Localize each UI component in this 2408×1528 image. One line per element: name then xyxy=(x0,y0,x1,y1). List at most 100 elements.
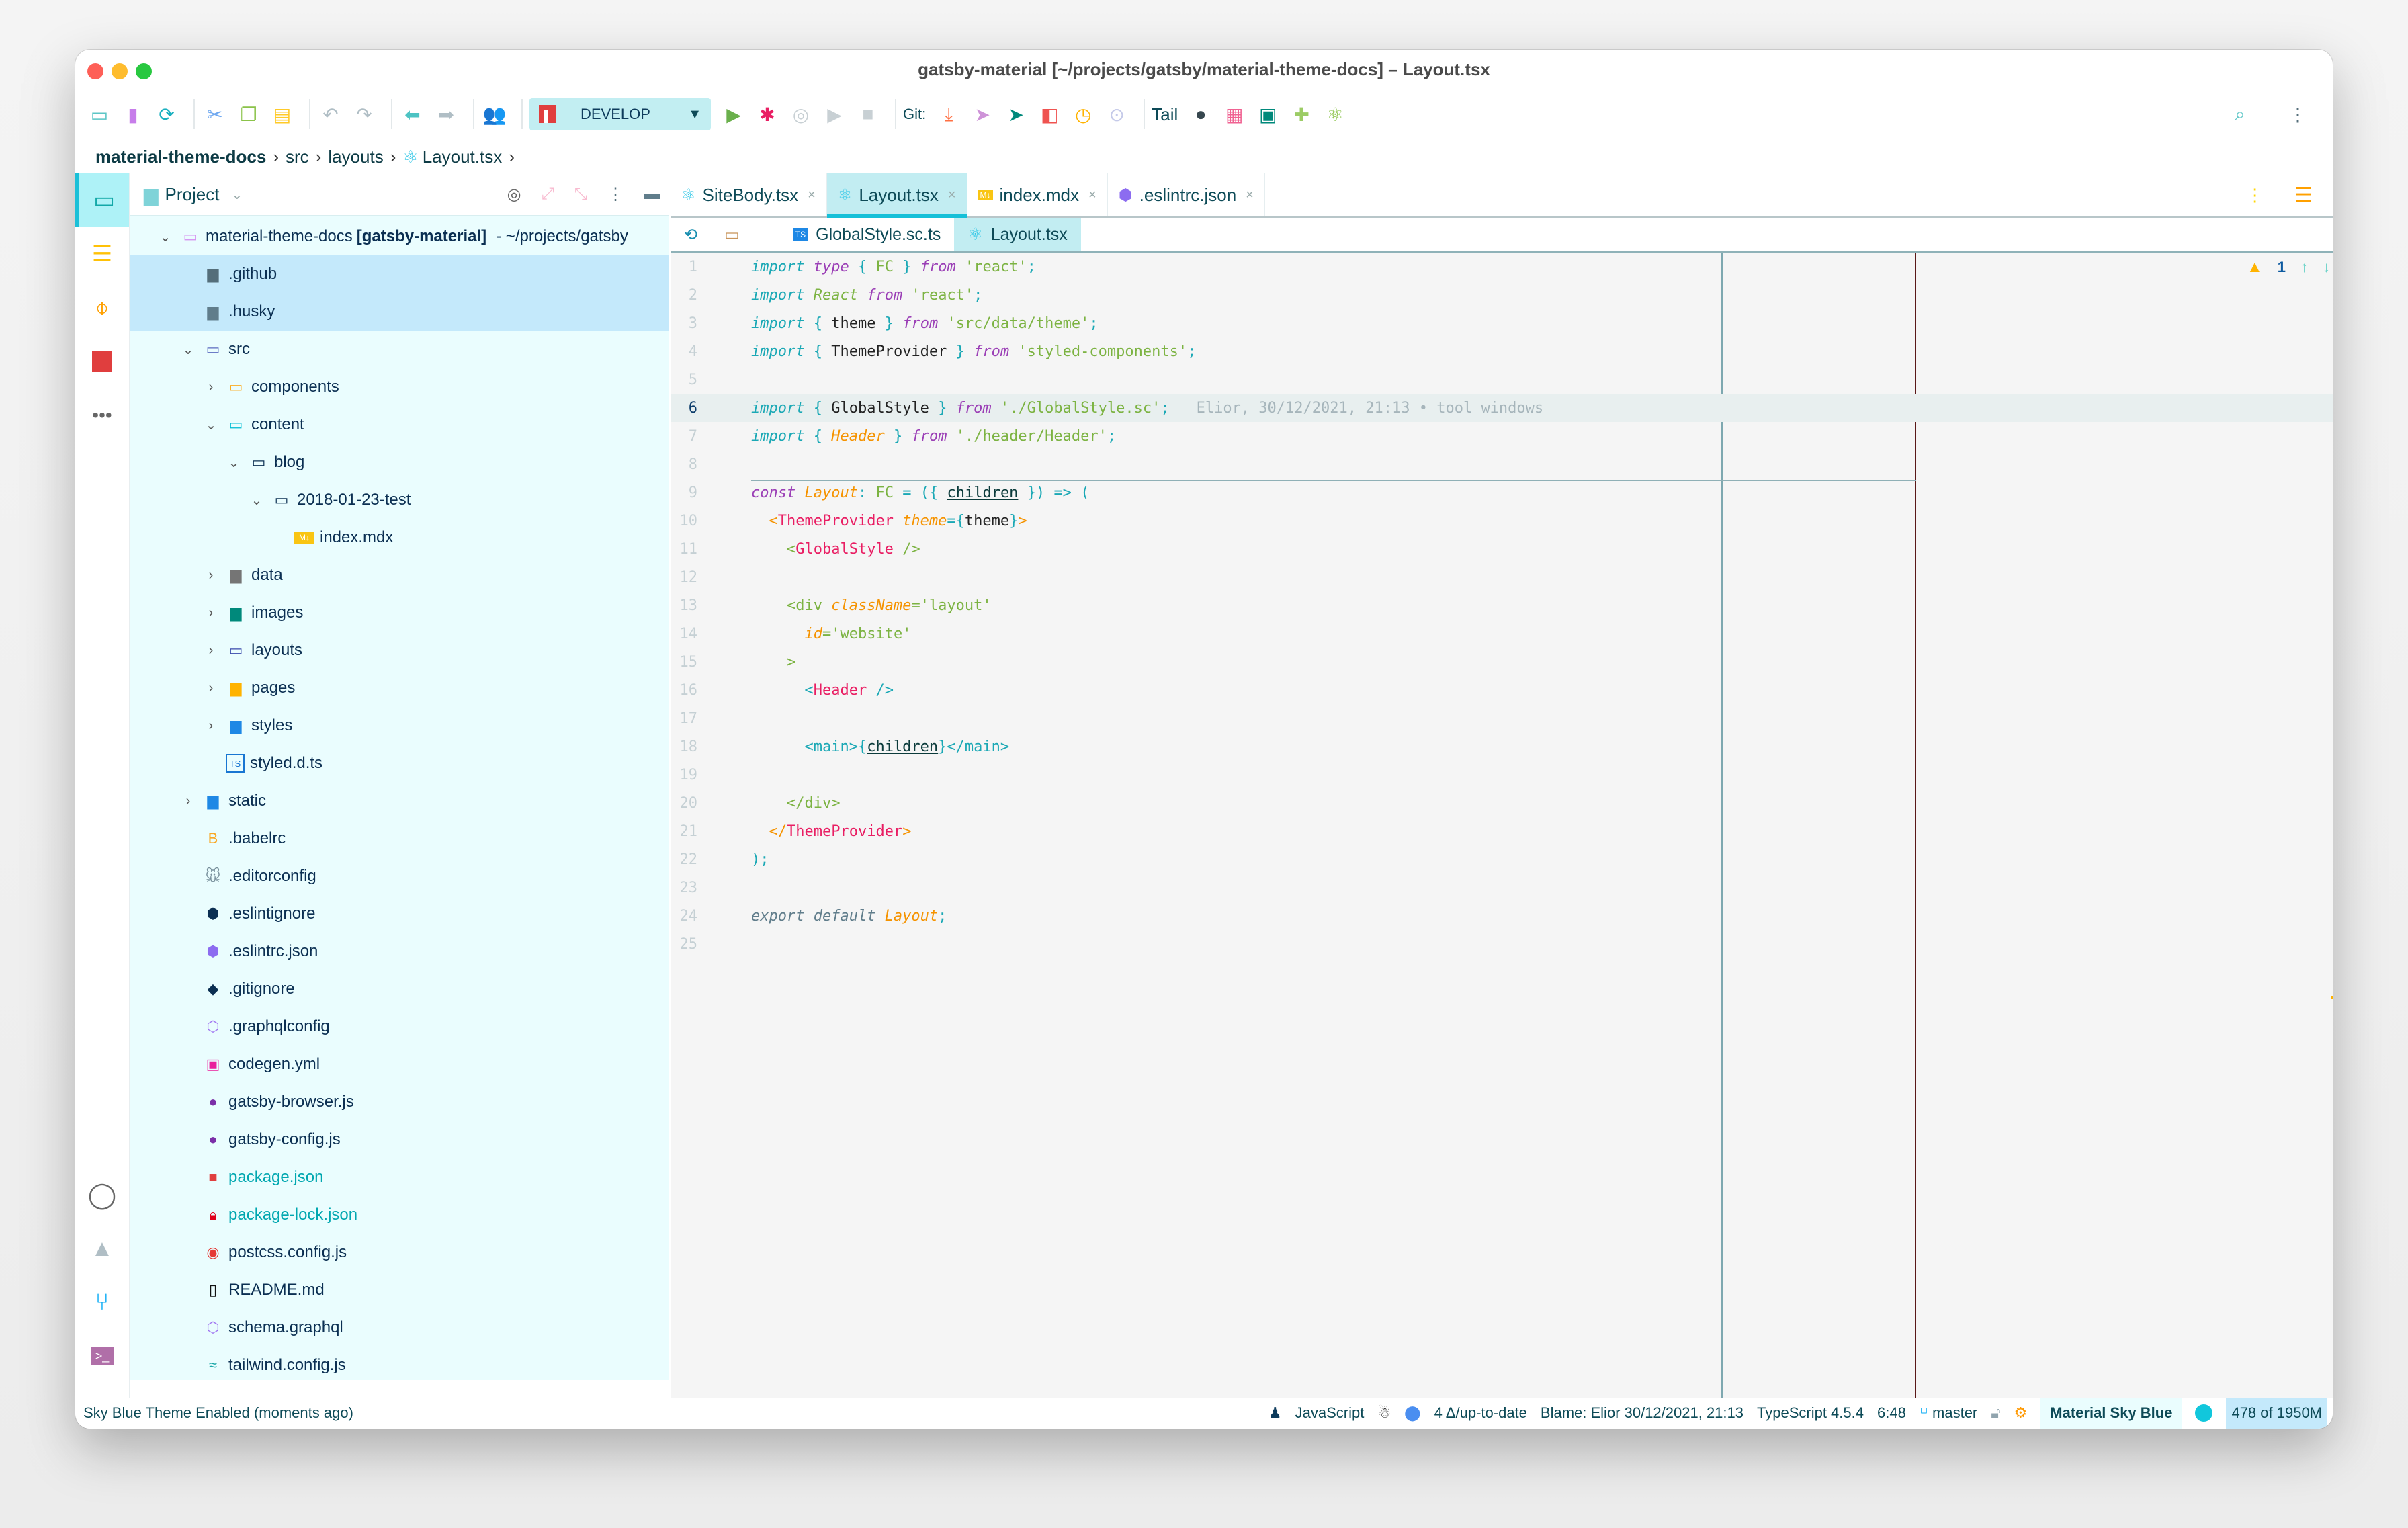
tree-item[interactable]: › ▭ layouts xyxy=(130,632,669,669)
editor-tab[interactable]: M↓ index.mdx × xyxy=(968,173,1108,216)
editor-tab[interactable]: ⚛ SiteBody.tsx × xyxy=(671,173,827,216)
code-line[interactable]: 2 import React from 'react'; xyxy=(671,281,2333,309)
breadcrumb-item[interactable]: src xyxy=(286,146,309,167)
close-tab-icon[interactable]: × xyxy=(948,187,956,203)
breadcrumb-item[interactable]: layouts xyxy=(328,146,383,167)
run-config-selector[interactable]: DEVELOP ▼ xyxy=(529,98,711,130)
close-tab-icon[interactable]: × xyxy=(1088,187,1096,203)
notifications-tool-button[interactable]: ▲ xyxy=(75,1222,129,1275)
split-tab[interactable]: TS GlobalStyle.sc.ts xyxy=(780,218,955,251)
chevron-down-icon[interactable]: ⌄ xyxy=(249,492,265,509)
database-tool-button[interactable]: ☰ xyxy=(75,227,129,281)
chevron-right-icon[interactable]: › xyxy=(203,568,219,583)
code-line[interactable]: 19 xyxy=(671,761,2333,789)
sync-icon[interactable]: ⟳ xyxy=(153,101,180,128)
git-compare-icon[interactable]: ◧ xyxy=(1036,101,1063,128)
code-line[interactable]: 5 xyxy=(671,366,2333,394)
theme-indicator[interactable]: Material Sky Blue xyxy=(2040,1398,2182,1429)
chevron-right-icon[interactable]: › xyxy=(203,718,219,734)
chevron-down-icon[interactable]: ⌄ xyxy=(203,417,219,433)
coverage-icon[interactable]: ◎ xyxy=(787,101,814,128)
tree-item[interactable]: ≈ tailwind.config.js xyxy=(130,1347,669,1384)
undo-icon[interactable]: ↶ xyxy=(317,101,344,128)
tree-item[interactable]: ⬢ .eslintignore xyxy=(130,895,669,933)
editor-tab[interactable]: ⬢ .eslintrc.json × xyxy=(1108,173,1265,216)
sync-scroll-button[interactable]: ⟲ xyxy=(671,218,711,251)
status-message[interactable]: Sky Blue Theme Enabled (moments ago) xyxy=(83,1404,353,1422)
tree-item[interactable]: ▆ .husky xyxy=(130,293,669,331)
git-branch[interactable]: master xyxy=(1932,1404,1977,1422)
more-tools-button[interactable]: ••• xyxy=(75,388,129,442)
tree-item[interactable]: ▯ README.md xyxy=(130,1271,669,1309)
tab-options-icon[interactable]: ⋮ xyxy=(2246,185,2264,206)
database-icon[interactable]: ☰ xyxy=(2294,183,2313,207)
npm-tool-button[interactable] xyxy=(75,335,129,388)
tree-item[interactable]: › ▆ static xyxy=(130,782,669,820)
hide-panel-icon[interactable]: ▬ xyxy=(644,185,660,204)
tree-root[interactable]: ⌄ ▭ material-theme-docs [gatsby-material… xyxy=(130,218,669,255)
chevron-down-icon[interactable]: ⌄ xyxy=(226,454,242,471)
chevron-down-icon[interactable]: ⌄ xyxy=(157,228,173,245)
git-commit-icon[interactable]: ➤ xyxy=(969,101,996,128)
tree-item[interactable]: › ▆ data xyxy=(130,556,669,594)
blame-status[interactable]: Blame: Elior 30/12/2021, 21:13 xyxy=(1541,1404,1744,1422)
redo-icon[interactable]: ↷ xyxy=(351,101,378,128)
open-folder-icon[interactable]: ▭ xyxy=(86,101,113,128)
chevron-right-icon[interactable]: › xyxy=(203,380,219,395)
tail-label[interactable]: Tail xyxy=(1152,104,1178,125)
tree-item[interactable]: ⌄ ▭ src xyxy=(130,331,669,368)
tree-item[interactable]: 🔒︎ package-lock.json xyxy=(130,1196,669,1234)
database-tool-icon[interactable]: ▣ xyxy=(1254,101,1281,128)
project-panel-title[interactable]: Project xyxy=(165,184,220,205)
cut-icon[interactable]: ✂ xyxy=(202,101,228,128)
typescript-version[interactable]: TypeScript 4.5.4 xyxy=(1757,1404,1864,1422)
split-tab[interactable]: ⚛ Layout.tsx xyxy=(954,218,1081,251)
tree-item[interactable]: ⬢ .eslintrc.json xyxy=(130,933,669,970)
project-tool-button[interactable]: ▭ xyxy=(75,173,129,227)
comments-tool-button[interactable]: ◯ xyxy=(75,1168,129,1222)
memory-indicator[interactable]: 478 of 1950M xyxy=(2226,1398,2327,1429)
paste-icon[interactable]: ▤ xyxy=(269,101,296,128)
tree-item[interactable]: ⬡ schema.graphql xyxy=(130,1309,669,1347)
chevron-right-icon[interactable]: › xyxy=(180,794,196,809)
tree-item[interactable]: ● gatsby-config.js xyxy=(130,1121,669,1158)
search-icon[interactable]: ⌕ xyxy=(2227,101,2253,128)
code-line[interactable]: 24 export default Layout; xyxy=(671,902,2333,930)
atom-icon[interactable]: ⚛ xyxy=(1322,101,1348,128)
code-line[interactable]: 14 id='website' xyxy=(671,620,2333,648)
code-line[interactable]: 25 xyxy=(671,930,2333,958)
folder-button[interactable]: ▭ xyxy=(711,218,753,251)
close-tab-icon[interactable]: × xyxy=(808,187,816,203)
code-line[interactable]: 4 import { ThemeProvider } from 'styled-c… xyxy=(671,337,2333,366)
options-icon[interactable]: ⋮ xyxy=(607,185,624,204)
code-line[interactable]: 18 <main>{children}</main> xyxy=(671,732,2333,761)
forward-icon[interactable]: ➡ xyxy=(433,101,460,128)
commit-tool-button[interactable]: ⌽ xyxy=(75,281,129,335)
unlock-icon[interactable]: 🔓︎ xyxy=(1991,1404,2000,1422)
git-tool-button[interactable]: ⑂ xyxy=(75,1275,129,1329)
tree-item[interactable]: › ▭ components xyxy=(130,368,669,406)
chevron-down-icon[interactable]: ⌄ xyxy=(180,341,196,358)
copy-icon[interactable]: ❐ xyxy=(235,101,262,128)
debug-icon[interactable]: ✱ xyxy=(754,101,781,128)
code-line[interactable]: 3 import { theme } from 'src/data/theme'; xyxy=(671,309,2333,337)
breadcrumb-item[interactable]: Layout.tsx xyxy=(423,146,503,167)
close-tab-icon[interactable]: × xyxy=(1246,187,1254,203)
git-rollback-icon[interactable]: ⊙ xyxy=(1103,101,1130,128)
code-line[interactable]: 10 <ThemeProvider theme={theme}> xyxy=(671,507,2333,535)
git-update-icon[interactable]: ⤓ xyxy=(935,101,962,128)
plugins-grid-icon[interactable]: ▦ xyxy=(1221,101,1248,128)
code-line[interactable]: 17 xyxy=(671,704,2333,732)
tree-item[interactable]: ⬡ .graphqlconfig xyxy=(130,1008,669,1046)
code-line[interactable]: 23 xyxy=(671,874,2333,902)
terminal-tool-button[interactable]: >_ xyxy=(75,1329,129,1383)
breadcrumb-item[interactable]: material-theme-docs xyxy=(95,146,266,167)
tree-item[interactable]: ▣ codegen.yml xyxy=(130,1046,669,1083)
code-line[interactable]: 15 > xyxy=(671,648,2333,676)
code-line[interactable]: 6 import { GlobalStyle } from './GlobalSt… xyxy=(671,394,2333,422)
tree-item[interactable]: › ▆ pages xyxy=(130,669,669,707)
tree-item[interactable]: ◉ postcss.config.js xyxy=(130,1234,669,1271)
more-icon[interactable]: ⋮ xyxy=(2284,101,2311,128)
tree-item[interactable]: B .babelrc xyxy=(130,820,669,857)
chevron-right-icon[interactable]: › xyxy=(203,605,219,621)
